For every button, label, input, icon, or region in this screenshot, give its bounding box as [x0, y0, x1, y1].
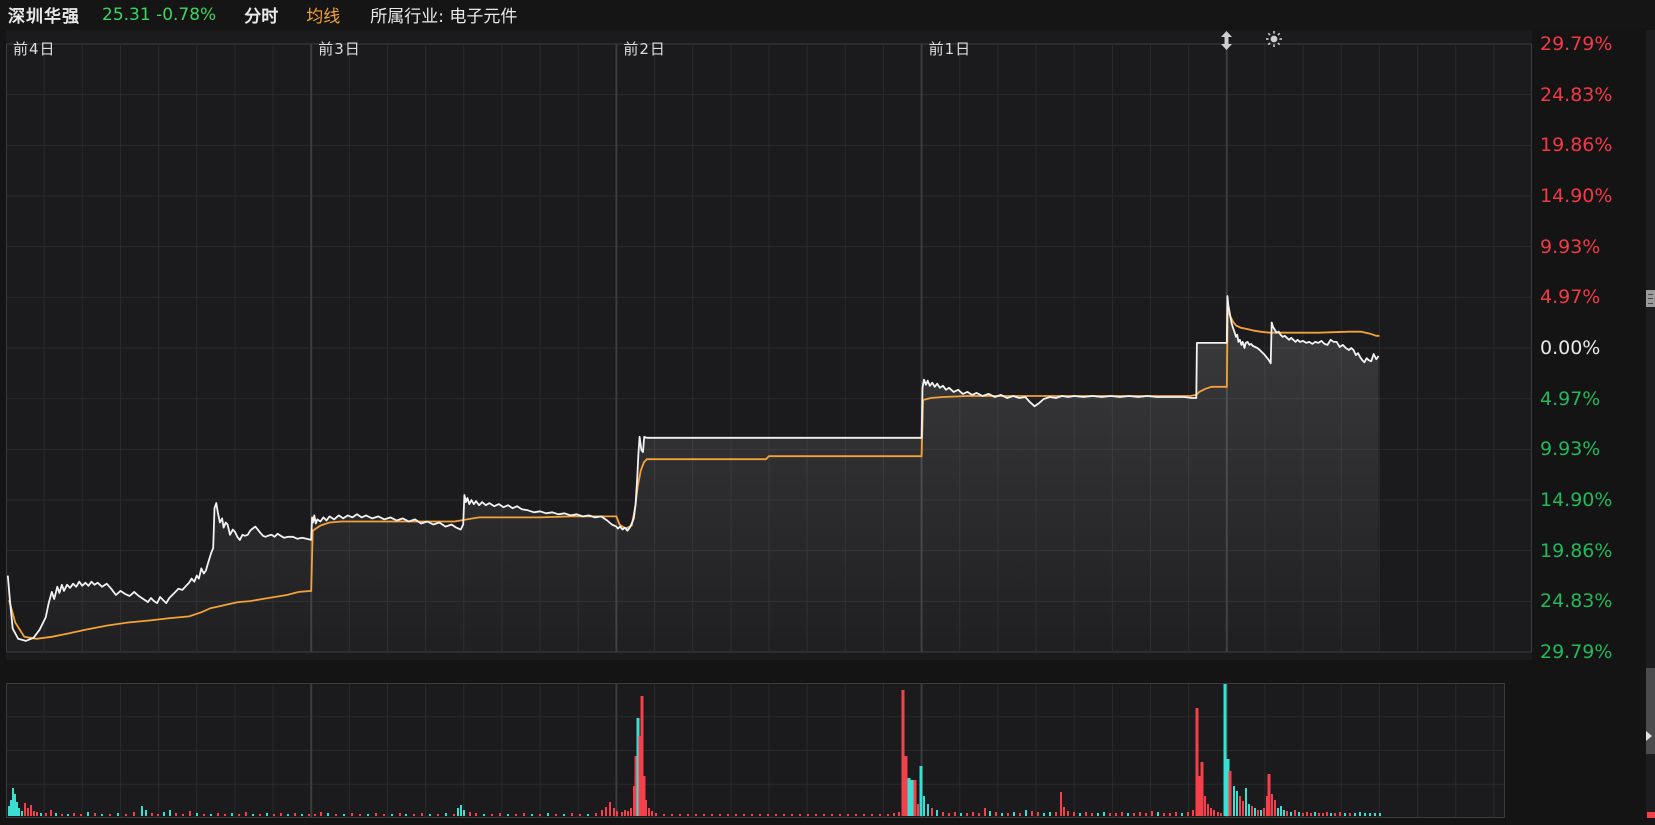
resize-divider-icon[interactable] [1219, 31, 1234, 50]
volume-pane[interactable] [6, 683, 1505, 818]
axis-drag-handle[interactable] [1646, 290, 1655, 307]
axis-tick-label: 4.97% [1540, 286, 1601, 309]
brightness-settings-icon[interactable] [1266, 31, 1282, 47]
axis-tick-label: 0.00% [1540, 337, 1601, 359]
volume-canvas [6, 683, 1505, 818]
axis-tick-label: 14.90% [1540, 489, 1613, 512]
stock-name: 深圳华强 [8, 7, 80, 27]
tab-moving-average[interactable]: 均线 [306, 2, 340, 27]
day-label: 前4日 [13, 40, 56, 58]
axis-tick-label: 9.93% [1540, 438, 1601, 461]
axis-tick-label: 19.86% [1540, 134, 1613, 157]
day-label: 前2日 [623, 40, 666, 58]
axis-tick-label: 24.83% [1540, 83, 1613, 106]
right-scrollbar-track[interactable] [1646, 30, 1655, 818]
price-chart-canvas [6, 43, 1532, 653]
axis-tick-label: 24.83% [1540, 590, 1613, 613]
axis-tick-label: 4.97% [1540, 387, 1601, 410]
quote-header: 深圳华强 25.31 -0.78% 分时 均线 所属行业: 电子元件 [0, 0, 1655, 29]
scroll-arrow-icon [1646, 731, 1652, 741]
day-label: 前3日 [318, 40, 361, 58]
intraday-5day-chart[interactable] [6, 30, 1532, 660]
corner-volume-marker [1647, 812, 1655, 818]
axis-tick-label: 14.90% [1540, 184, 1613, 207]
scrollbar-thumb[interactable] [1646, 668, 1655, 754]
price-and-change: 25.31 -0.78% [102, 4, 217, 25]
axis-tick-label: 29.79% [1540, 641, 1613, 663]
axis-tick-label: 9.93% [1540, 235, 1601, 258]
axis-tick-label: 19.86% [1540, 539, 1613, 562]
axis-tick-label: 29.79% [1540, 32, 1613, 55]
day-label: 前1日 [928, 40, 972, 58]
tab-minute-chart[interactable]: 分时 [244, 2, 278, 27]
industry-label[interactable]: 所属行业: 电子元件 [370, 2, 517, 27]
